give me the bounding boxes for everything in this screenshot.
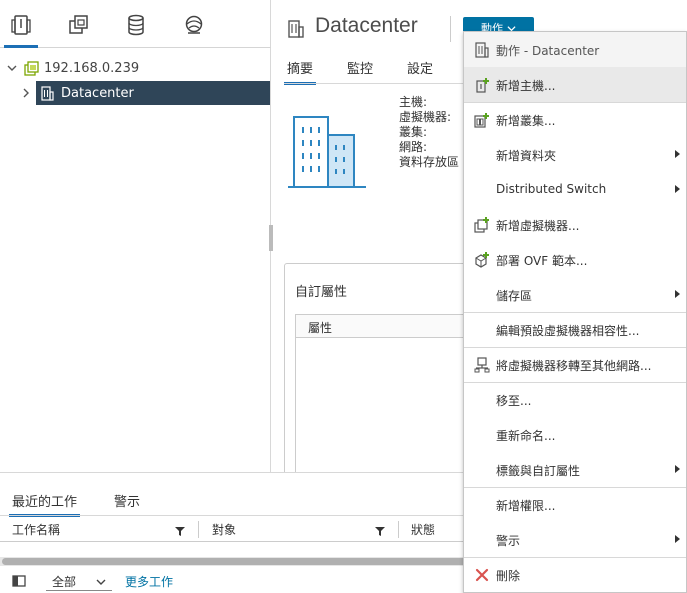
column-separator xyxy=(198,521,199,538)
tree-item-datacenter[interactable]: Datacenter xyxy=(0,81,271,105)
submenu-arrow-icon xyxy=(675,290,680,298)
menu-item-new-folder[interactable]: 新增資料夾 xyxy=(464,137,686,172)
menu-item-add-permission[interactable]: 新增權限... xyxy=(464,487,686,522)
submenu-arrow-icon xyxy=(675,185,680,193)
custom-attributes-title: 自訂屬性 xyxy=(295,285,348,300)
menu-header-label: 動作 - Datacenter xyxy=(496,44,600,58)
menu-item-label: 新增叢集... xyxy=(496,114,556,128)
tree-item-vcenter[interactable]: 192.168.0.239 xyxy=(0,56,271,80)
menu-item-delete[interactable]: 刪除 xyxy=(464,557,686,592)
summary-field-clusters: 叢集: xyxy=(399,125,428,139)
tab-configure[interactable]: 設定 xyxy=(407,58,433,77)
vcenter-icon xyxy=(24,60,39,76)
menu-item-migrate-network[interactable]: 將虛擬機器移轉至其他網路... xyxy=(464,347,686,382)
migrate-network-icon xyxy=(474,357,490,373)
panel-toggle-icon[interactable] xyxy=(12,575,26,587)
tree-selected-row[interactable]: Datacenter xyxy=(36,81,270,105)
title-separator xyxy=(450,16,451,42)
menu-item-label: 重新命名... xyxy=(496,429,556,443)
menu-item-add-cluster[interactable]: 新增叢集... xyxy=(464,102,686,137)
task-filter-value: 全部 xyxy=(52,575,77,589)
menu-item-distributed-switch[interactable]: Distributed Switch xyxy=(464,172,686,207)
new-vm-icon xyxy=(474,217,490,233)
actions-menu: 動作 - Datacenter 新增主機... 新增叢集... 新增資料夾 Di… xyxy=(463,31,687,593)
menu-item-label: 新增權限... xyxy=(496,499,556,513)
menu-item-label: 新增虛擬機器... xyxy=(496,219,580,233)
menu-item-deploy-ovf[interactable]: 部署 OVF 範本... xyxy=(464,242,686,277)
menu-item-label: 部署 OVF 範本... xyxy=(496,254,588,268)
menu-item-storage[interactable]: 儲存區 xyxy=(464,277,686,312)
menu-item-move-to[interactable]: 移至... xyxy=(464,382,686,417)
menu-item-label: 警示 xyxy=(496,534,521,548)
column-status[interactable]: 狀態 xyxy=(411,521,435,538)
task-filter-select[interactable]: 全部 xyxy=(46,571,112,591)
menu-item-tags-attributes[interactable]: 標籤與自訂屬性 xyxy=(464,452,686,487)
tab-monitor[interactable]: 監控 xyxy=(347,58,373,77)
page-title: Datacenter xyxy=(315,14,418,37)
vms-templates-icon[interactable] xyxy=(66,12,92,38)
deploy-ovf-icon xyxy=(474,252,490,268)
menu-item-label: Distributed Switch xyxy=(496,182,607,196)
summary-field-hosts: 主機: xyxy=(399,95,428,109)
menu-item-add-host[interactable]: 新增主機... xyxy=(464,67,686,102)
submenu-arrow-icon xyxy=(675,150,680,158)
filter-icon[interactable] xyxy=(375,525,385,539)
menu-item-new-vm[interactable]: 新增虛擬機器... xyxy=(464,207,686,242)
menu-item-label: 編輯預設虛擬機器相容性... xyxy=(496,324,640,338)
menu-item-label: 新增主機... xyxy=(496,79,556,93)
menu-item-edit-vm-compatibility[interactable]: 編輯預設虛擬機器相容性... xyxy=(464,312,686,347)
filter-icon[interactable] xyxy=(175,525,185,539)
navigator-panel: 192.168.0.239 Datacenter xyxy=(0,0,271,472)
datacenter-icon xyxy=(40,85,55,101)
summary-field-datastores: 資料存放區 xyxy=(399,155,460,169)
tab-summary[interactable]: 摘要 xyxy=(283,58,317,85)
menu-header: 動作 - Datacenter xyxy=(464,32,686,67)
menu-item-label: 移至... xyxy=(496,394,532,408)
menu-item-label: 刪除 xyxy=(496,569,521,583)
add-cluster-icon xyxy=(474,112,490,128)
tree-label-vcenter: 192.168.0.239 xyxy=(44,60,140,76)
chevron-down-icon[interactable] xyxy=(5,61,19,75)
datacenter-icon xyxy=(474,42,490,58)
hosts-clusters-icon[interactable] xyxy=(4,12,38,48)
datacenter-illustration-icon xyxy=(288,113,366,194)
chevron-right-icon[interactable] xyxy=(19,86,33,100)
add-host-icon xyxy=(474,77,490,93)
storage-icon[interactable] xyxy=(123,12,149,38)
menu-item-label: 新增資料夾 xyxy=(496,149,557,163)
submenu-arrow-icon xyxy=(675,465,680,473)
menu-item-label: 儲存區 xyxy=(496,289,533,303)
menu-item-label: 將虛擬機器移轉至其他網路... xyxy=(496,359,652,373)
column-task-name[interactable]: 工作名稱 xyxy=(12,521,60,538)
more-tasks-link[interactable]: 更多工作 xyxy=(125,573,173,590)
menu-item-label: 標籤與自訂屬性 xyxy=(496,464,581,478)
summary-fields: 主機: 虛擬機器: 叢集: 網路: 資料存放區 xyxy=(399,95,459,170)
column-target[interactable]: 對象 xyxy=(212,521,236,538)
networking-icon[interactable] xyxy=(181,12,207,38)
chevron-down-icon xyxy=(96,577,106,587)
submenu-arrow-icon xyxy=(675,535,680,543)
tree-label-datacenter: Datacenter xyxy=(61,85,134,101)
menu-item-rename[interactable]: 重新命名... xyxy=(464,417,686,452)
menu-item-alarms[interactable]: 警示 xyxy=(464,522,686,557)
tab-alarms[interactable]: 警示 xyxy=(114,491,140,510)
datacenter-title-icon xyxy=(287,20,305,41)
summary-field-networks: 網路: xyxy=(399,140,428,154)
scrollbar-thumb[interactable] xyxy=(2,558,482,565)
delete-icon xyxy=(474,567,490,583)
tab-recent-tasks[interactable]: 最近的工作 xyxy=(8,491,81,517)
navigator-tabs xyxy=(0,0,271,48)
column-separator xyxy=(398,521,399,538)
summary-field-vms: 虛擬機器: xyxy=(399,110,452,124)
